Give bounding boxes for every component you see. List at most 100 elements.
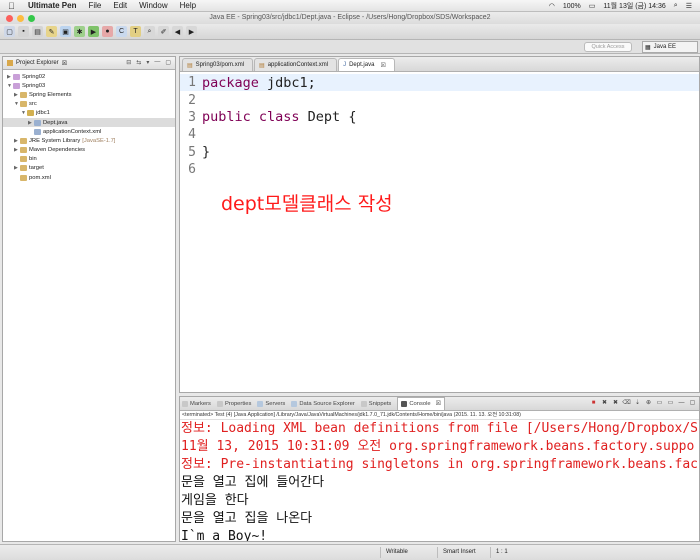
maximize-icon[interactable]: ▢ xyxy=(165,59,171,66)
search-toolbar-icon[interactable]: ⌕ xyxy=(144,26,155,37)
console-line: 게임을 한다 xyxy=(181,493,249,508)
java-file-icon: J xyxy=(343,62,347,68)
save-icon[interactable]: ▪ xyxy=(18,26,29,37)
code-line[interactable]: 3 public class Dept { xyxy=(180,109,699,126)
minimize-window-button[interactable] xyxy=(17,15,24,22)
tree-item-label: src xyxy=(29,101,37,108)
tree-item[interactable]: ▼ jdbc1 xyxy=(3,109,175,118)
close-tab-icon[interactable]: ☒ xyxy=(380,62,385,69)
code-editor[interactable]: 1 package jdbc1; 2 3 public class Dept {4 5} 6… xyxy=(180,72,699,215)
open-console-icon[interactable]: ▭ xyxy=(666,399,675,408)
clock[interactable]: 11월 13일 (금) 14:36 xyxy=(603,1,665,11)
tree-item[interactable]: applicationContext.xml xyxy=(3,127,175,136)
link-editor-icon[interactable]: ⇆ xyxy=(136,59,141,66)
pin-console-icon[interactable]: ⊕ xyxy=(644,399,653,408)
tree-item[interactable]: ▶ target xyxy=(3,164,175,173)
close-icon[interactable]: ☒ xyxy=(62,60,67,67)
tree-item[interactable]: ▼ src xyxy=(3,100,175,109)
code-keyword: package xyxy=(202,74,259,91)
status-divider xyxy=(380,547,381,558)
tab-properties[interactable]: Properties xyxy=(216,400,251,407)
code-line[interactable]: 4 xyxy=(180,126,699,143)
tab-application-context[interactable]: ▤ applicationContext.xml xyxy=(254,58,338,71)
open-type-icon[interactable]: T xyxy=(130,26,141,37)
menu-file[interactable]: File xyxy=(88,1,101,10)
new-java-class-icon[interactable]: C xyxy=(116,26,127,37)
battery-icon[interactable]: ▭ xyxy=(589,2,596,10)
line-number: 6 xyxy=(188,162,196,178)
snippets-icon xyxy=(360,400,367,407)
maximize-icon[interactable]: ▢ xyxy=(688,399,697,408)
terminate-icon[interactable]: ■ xyxy=(589,399,598,408)
tab-data-source-explorer[interactable]: Data Source Explorer xyxy=(291,400,355,407)
collapse-all-icon[interactable]: ⊟ xyxy=(126,59,131,66)
tab-markers[interactable]: Markers xyxy=(182,400,211,407)
tree-item[interactable]: bin xyxy=(3,155,175,164)
tree-item[interactable]: ▼ Spring03 xyxy=(3,81,175,90)
code-text: } xyxy=(202,144,211,161)
search-icon[interactable]: ⌕ xyxy=(674,2,678,10)
tree-item[interactable]: ▶ Spring02 xyxy=(3,72,175,81)
project-explorer-tab[interactable]: Project Explorer ☒ ⊟ ⇆ ▾ — ▢ xyxy=(3,57,175,70)
tab-label: Servers xyxy=(265,400,286,407)
wifi-icon[interactable]: ◠ xyxy=(549,2,555,10)
remove-all-icon[interactable]: ✖ xyxy=(611,399,620,408)
new-icon[interactable]: ▢ xyxy=(4,26,15,37)
console-line: 정보: Pre-instantiating singletons in org.… xyxy=(181,457,698,472)
list-icon[interactable]: ☰ xyxy=(686,2,692,10)
tab-console[interactable]: Console ☒ xyxy=(397,397,445,410)
apple-icon[interactable]:  xyxy=(8,1,18,11)
properties-icon xyxy=(216,400,223,407)
menu-window[interactable]: Window xyxy=(139,1,167,10)
debug-icon[interactable]: ✱ xyxy=(74,26,85,37)
scroll-lock-icon[interactable]: ⇣ xyxy=(633,399,642,408)
menu-help[interactable]: Help xyxy=(180,1,196,10)
tree-item[interactable]: pom.xml xyxy=(3,173,175,182)
external-tools-icon[interactable]: ● xyxy=(102,26,113,37)
server-icon[interactable]: ▣ xyxy=(60,26,71,37)
tab-pom-xml[interactable]: ▤ Spring03/pom.xml xyxy=(182,58,254,71)
console-output[interactable]: 정보: Loading XML bean definitions from fi… xyxy=(180,420,699,541)
print-icon[interactable]: ▤ xyxy=(32,26,43,37)
tree-item-label: bin xyxy=(29,156,37,163)
wizard-icon[interactable]: ✎ xyxy=(46,26,57,37)
perspective-icon: ▦ xyxy=(645,44,651,51)
minimize-icon[interactable]: — xyxy=(154,59,160,66)
tree-item-label: Spring03 xyxy=(22,82,46,89)
tab-dept-java[interactable]: J Dept.java ☒ xyxy=(338,58,395,71)
tree-item[interactable]: ▶ Maven Dependencies xyxy=(3,146,175,155)
tree-item[interactable]: ▶ Dept.java xyxy=(3,117,175,128)
back-icon[interactable]: ◀ xyxy=(172,26,183,37)
run-icon[interactable]: ▶ xyxy=(88,26,99,37)
close-window-button[interactable] xyxy=(6,15,13,22)
tab-label: applicationContext.xml xyxy=(267,62,329,68)
code-line[interactable]: 6 xyxy=(180,161,699,178)
project-explorer-icon xyxy=(7,60,13,66)
zoom-window-button[interactable] xyxy=(28,15,35,22)
tree-item-icon xyxy=(20,137,27,144)
display-console-icon[interactable]: ▭ xyxy=(655,399,664,408)
forward-icon[interactable]: ▶ xyxy=(186,26,197,37)
tree-item-icon xyxy=(20,156,27,163)
code-line[interactable]: 1 package jdbc1; xyxy=(180,74,699,92)
tree-item[interactable]: ▶ Spring Elements xyxy=(3,90,175,99)
code-line[interactable]: 5} xyxy=(180,144,699,161)
tree-item-icon xyxy=(27,110,34,117)
quick-access-input[interactable]: Quick Access xyxy=(584,42,632,52)
remove-launch-icon[interactable]: ✖ xyxy=(600,399,609,408)
tab-snippets[interactable]: Snippets xyxy=(360,400,391,407)
view-menu-icon[interactable]: ▾ xyxy=(146,59,149,66)
close-tab-icon[interactable]: ☒ xyxy=(436,401,441,407)
tree-item-icon xyxy=(13,73,20,80)
code-line[interactable]: 2 xyxy=(180,91,699,108)
menu-edit[interactable]: Edit xyxy=(113,1,127,10)
tree-item[interactable]: ▶ JRE System Library [JavaSE-1.7] xyxy=(3,136,175,145)
status-divider xyxy=(437,547,438,558)
minimize-icon[interactable]: — xyxy=(677,399,686,408)
tab-servers[interactable]: Servers xyxy=(257,400,286,407)
line-number: 5 xyxy=(188,144,196,160)
clear-console-icon[interactable]: ⌫ xyxy=(622,399,631,408)
app-menu[interactable]: Ultimate Pen xyxy=(28,1,76,10)
annotation-icon[interactable]: ✐ xyxy=(158,26,169,37)
perspective-switcher[interactable]: ▦ Java EE xyxy=(642,41,698,53)
